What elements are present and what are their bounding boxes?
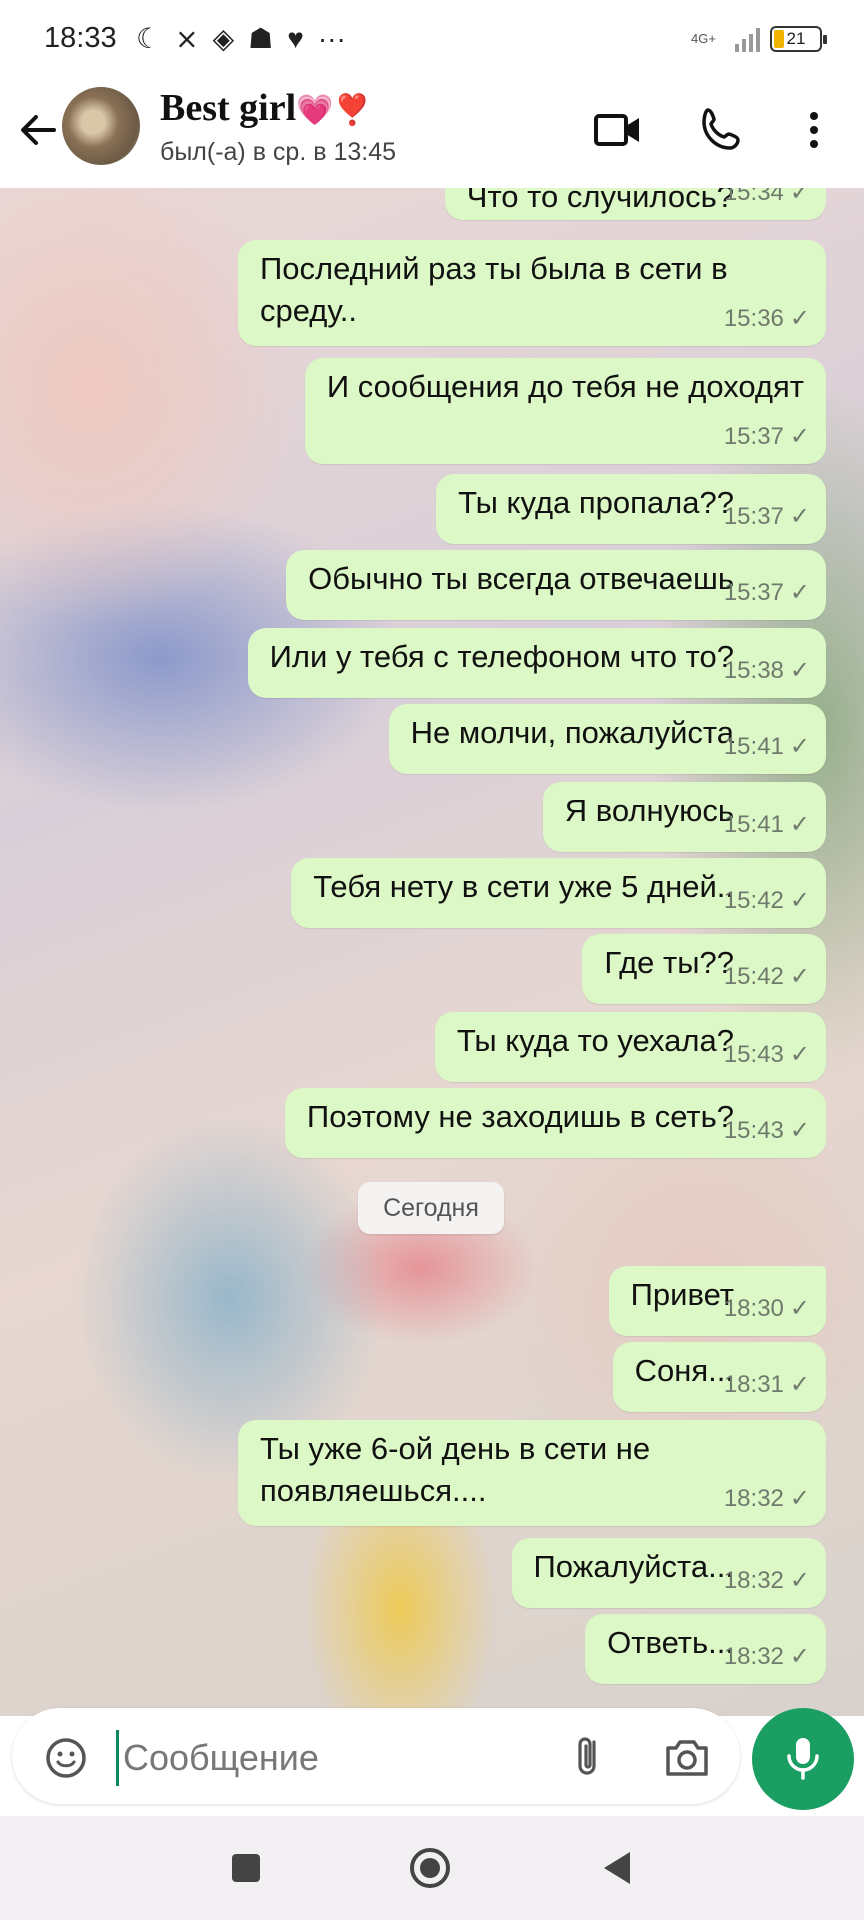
sent-check-icon: ✓ [789,887,810,914]
message-bubble[interactable]: Привет 18:30 ✓ [608,1266,826,1336]
message-time: 15:42 [723,887,784,914]
message-bubble[interactable]: Или у тебя с телефоном что то? 15:38 ✓ [247,628,826,698]
message-time: 15:43 [723,1117,784,1144]
sent-check-icon: ✓ [789,305,810,332]
composer-bar [0,1700,864,1816]
message-time: 15:42 [723,963,784,990]
sent-check-icon: ✓ [789,503,810,530]
recent-apps-icon[interactable] [224,1846,268,1890]
sent-check-icon: ✓ [789,657,810,684]
message-bubble[interactable]: Последний раз ты была в сети в среду.. 1… [238,240,826,346]
battery-icon: 21 [770,26,827,52]
sent-check-icon: ✓ [789,811,810,838]
more-options-icon[interactable] [786,102,842,158]
phone-call-icon[interactable] [694,102,750,158]
message-input-container[interactable] [12,1708,740,1804]
pink-heart-emoji: 💗 [296,93,334,128]
message-time: 15:43 [723,1041,784,1068]
message-time: 15:38 [723,657,784,684]
message-bubble[interactable]: Обычно ты всегда отвечаешь 15:37 ✓ [286,550,826,620]
sent-check-icon: ✓ [789,1117,810,1144]
date-separator: Сегодня [358,1182,504,1234]
muted-icon: ⨯ [175,23,199,54]
message-bubble[interactable]: Что то случилось? 15:34 ✓ [444,188,826,220]
voice-record-button[interactable] [752,1708,854,1810]
message-bubble[interactable]: Ты куда пропала?? 15:37 ✓ [436,474,826,544]
sent-check-icon: ✓ [789,423,810,450]
message-time: 15:37 [723,579,784,606]
message-time: 18:31 [723,1371,784,1398]
message-time: 18:32 [723,1567,784,1594]
sent-check-icon: ✓ [789,1295,810,1322]
message-time: 15:37 [723,423,784,450]
sent-check-icon: ✓ [789,1643,810,1670]
more-notifications-icon: ··· [317,23,346,54]
emoji-icon[interactable] [44,1736,88,1780]
message-time: 15:41 [723,733,784,760]
message-bubble[interactable]: Не молчи, пожалуйста 15:41 ✓ [388,704,826,774]
chat-header: Best girl💗❣️ был(-а) в ср. в 13:45 [0,80,864,188]
signal-icon [735,26,760,52]
attach-paperclip-icon[interactable] [568,1732,608,1782]
sent-check-icon: ✓ [789,963,810,990]
message-time: 18:30 [723,1295,784,1322]
message-time: 18:32 [723,1643,784,1670]
microphone-icon [787,1738,819,1780]
status-bar: 18:33 ☾ ⨯ ◈ ☗ ♥ ··· 4G+ 21 [0,0,864,80]
sent-check-icon: ✓ [789,733,810,760]
sent-check-icon: ✓ [789,1567,810,1594]
message-bubble[interactable]: Поэтому не заходишь в сеть? 15:43 ✓ [284,1088,826,1158]
message-time: 15:37 [723,503,784,530]
back-nav-icon[interactable] [596,1846,640,1890]
app-notification-icon: ◈ [212,23,235,54]
contact-name-text: Best girl [160,87,297,129]
contact-name[interactable]: Best girl💗❣️ [160,86,371,130]
sent-check-icon: ✓ [789,579,810,606]
snapchat-icon: ☗ [248,23,274,54]
message-bubble[interactable]: И сообщения до тебя не доходят 15:37 ✓ [304,358,826,464]
status-notification-icons: ☾ ⨯ ◈ ☗ ♥ ··· [136,24,346,54]
camera-icon[interactable] [662,1734,712,1780]
message-bubble[interactable]: Тебя нету в сети уже 5 дней.. 15:42 ✓ [291,858,826,928]
message-bubble[interactable]: Ты уже 6-ой день в сети не появляешься..… [238,1420,826,1526]
heart-icon: ♥ [287,23,304,54]
message-bubble[interactable]: Где ты?? 15:42 ✓ [582,934,826,1004]
chat-messages-area[interactable]: Что то случилось? 15:34 ✓ Последний раз т… [0,188,864,1716]
message-time: 15:34 [723,188,784,206]
message-bubble[interactable]: Пожалуйста... 18:32 ✓ [511,1538,826,1608]
network-type: 4G+ [691,31,716,46]
message-bubble[interactable]: Ты куда то уехала? 15:43 ✓ [434,1012,826,1082]
sent-check-icon: ✓ [789,1041,810,1068]
last-seen-status: был(-а) в ср. в 13:45 [160,138,397,166]
system-navigation-bar [0,1816,864,1920]
message-bubble[interactable]: Ответь... 18:32 ✓ [585,1614,826,1684]
contact-avatar[interactable] [62,87,140,165]
moon-icon: ☾ [136,23,162,54]
sent-check-icon: ✓ [789,1485,810,1512]
message-time: 15:36 [723,305,784,332]
status-time: 18:33 [44,22,117,54]
message-time: 15:41 [723,811,784,838]
sent-check-icon: ✓ [789,188,810,206]
battery-level: 21 [786,29,806,48]
sent-check-icon: ✓ [789,1371,810,1398]
video-call-icon[interactable] [590,102,646,158]
status-system-icons: 4G+ 21 [691,26,827,52]
heart-exclamation-emoji: ❣️ [333,93,371,128]
home-icon[interactable] [408,1846,452,1890]
back-arrow-icon[interactable] [14,106,62,154]
message-input[interactable] [116,1730,565,1786]
message-bubble[interactable]: Соня... 18:31 ✓ [612,1342,826,1412]
message-time: 18:32 [723,1485,784,1512]
message-bubble[interactable]: Я волнуюсь 15:41 ✓ [542,782,826,852]
